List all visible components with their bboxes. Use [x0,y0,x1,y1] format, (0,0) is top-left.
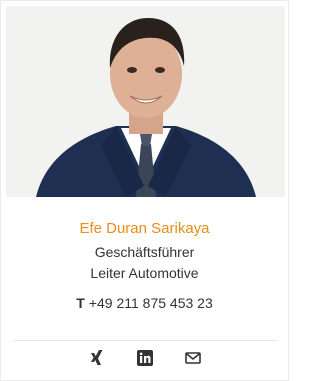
divider [13,340,276,341]
contact-role-2: Leiter Automotive [90,265,199,281]
linkedin-icon[interactable] [136,349,154,367]
contact-role-1: Geschäftsführer [94,244,195,260]
mail-icon[interactable] [184,349,202,367]
social-links [1,349,288,367]
portrait-photo [6,6,285,197]
xing-icon[interactable] [88,349,106,367]
phone-number[interactable]: +49 211 875 453 23 [89,295,213,311]
phone-label: T [76,295,85,311]
contact-card: Efe Duran Sarikaya Geschäftsführer Leite… [0,0,289,381]
contact-phone: T +49 211 875 453 23 [1,295,288,311]
contact-name: Efe Duran Sarikaya [79,220,210,237]
